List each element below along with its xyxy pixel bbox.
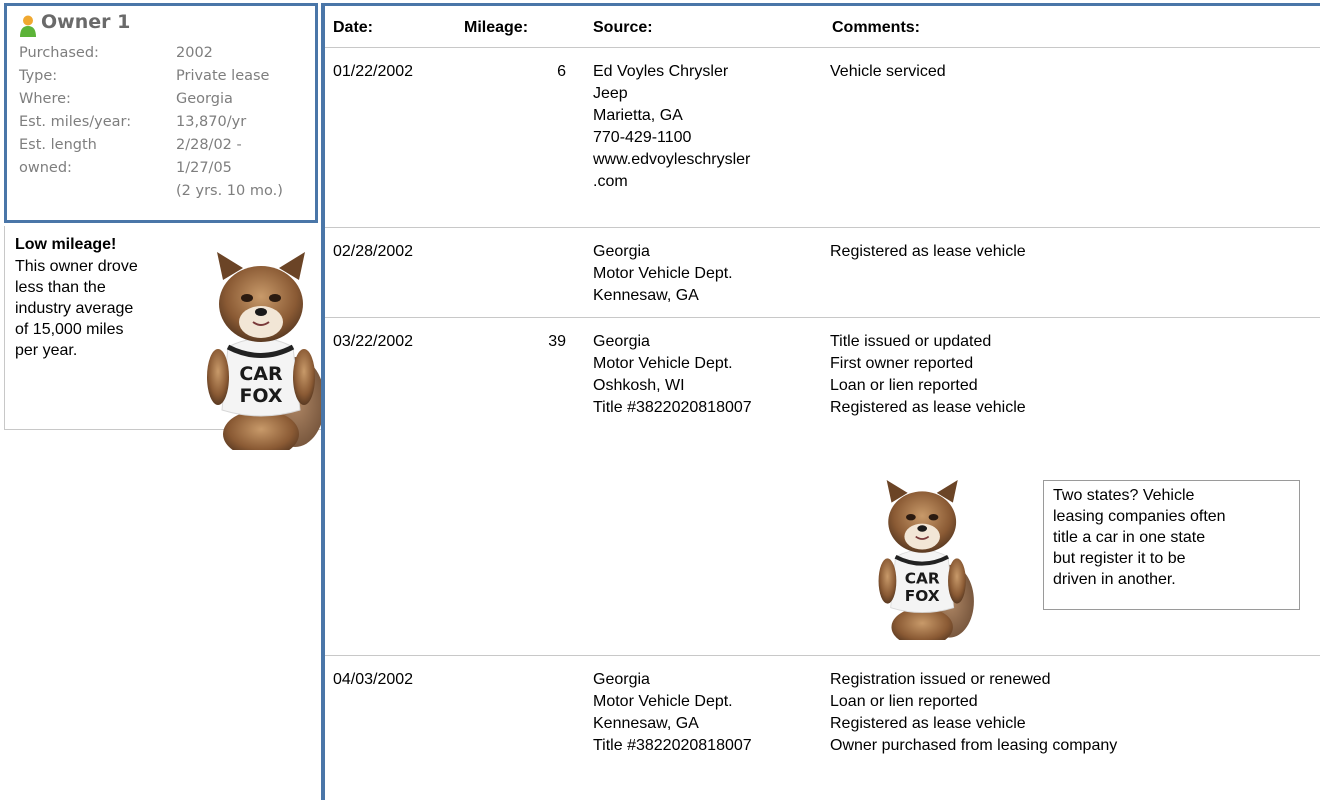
source-line: Motor Vehicle Dept. <box>593 355 733 372</box>
record-source: Georgia Motor Vehicle Dept. Kennesaw, GA… <box>593 669 752 757</box>
carfox-mascot-image <box>864 480 982 640</box>
tip-line: per year. <box>15 342 78 359</box>
source-line: Jeep <box>593 85 628 102</box>
date-header: Date: <box>333 19 374 36</box>
note-line: leasing companies often <box>1053 508 1226 525</box>
comment-line: Loan or lien reported <box>830 377 978 394</box>
note-line: driven in another. <box>1053 571 1176 588</box>
record-date: 02/28/2002 <box>333 243 414 260</box>
tip-title: Low mileage! <box>15 236 117 253</box>
source-line: Ed Voyles Chrysler <box>593 63 729 80</box>
comment-line: First owner reported <box>830 355 974 372</box>
source-line: Title #3822020818007 <box>593 737 752 754</box>
comment-line: Loan or lien reported <box>830 693 978 710</box>
comment-line: Registered as lease vehicle <box>830 715 1026 732</box>
record-comments: Registration issued or renewed Loan or l… <box>830 669 1117 757</box>
detail-label: Purchased: <box>19 45 99 61</box>
comment-line: Vehicle serviced <box>830 63 946 80</box>
detail-value: Private lease <box>176 68 270 84</box>
detail-value: 13,870/yr <box>176 114 247 130</box>
tip-line: less than the <box>15 279 106 296</box>
detail-value: (2 yrs. 10 mo.) <box>176 183 283 199</box>
record-comments: Title issued or updated First owner repo… <box>830 331 1026 419</box>
source-line: 770-429-1100 <box>593 129 692 146</box>
record-date: 01/22/2002 <box>333 63 414 80</box>
source-line: Title #3822020818007 <box>593 399 752 416</box>
table-row: 02/28/2002 Georgia Motor Vehicle Dept. K… <box>325 228 1320 318</box>
source-line: Georgia <box>593 333 650 350</box>
source-header: Source: <box>593 19 653 36</box>
detail-value: 2/28/02 - <box>176 137 242 153</box>
record-mileage: 39 <box>548 333 566 350</box>
note-line: title a car in one state <box>1053 529 1206 546</box>
tip-line: This owner drove <box>15 258 138 275</box>
detail-value: 2002 <box>176 45 213 61</box>
source-line: Kennesaw, GA <box>593 715 699 732</box>
detail-label: Type: <box>19 68 58 84</box>
source-line: Marietta, GA <box>593 107 683 124</box>
source-line: Motor Vehicle Dept. <box>593 693 733 710</box>
low-mileage-tip: Low mileage! This owner drove less than … <box>4 226 322 430</box>
detail-label: owned: <box>19 160 72 176</box>
record-mileage: 6 <box>557 63 566 80</box>
detail-label: Where: <box>19 91 71 107</box>
record-source: Ed Voyles Chrysler Jeep Marietta, GA 770… <box>593 61 750 193</box>
comment-line: Owner purchased from leasing company <box>830 737 1118 754</box>
record-comments: Registered as lease vehicle <box>830 241 1026 263</box>
detail-label: Est. miles/year: <box>19 114 132 130</box>
history-table-header: Date: Mileage: Source: Comments: <box>325 6 1320 48</box>
record-source: Georgia Motor Vehicle Dept. Kennesaw, GA <box>593 241 733 307</box>
record-source: Georgia Motor Vehicle Dept. Oshkosh, WI … <box>593 331 752 419</box>
person-icon <box>20 15 36 37</box>
owner-sidebar: Owner 1 Purchased: 2002 Type: Private le… <box>0 0 322 800</box>
table-row: 01/22/2002 6 Ed Voyles Chrysler Jeep Mar… <box>325 48 1320 228</box>
comment-line: Registered as lease vehicle <box>830 243 1026 260</box>
detail-value: 1/27/05 <box>176 160 232 176</box>
record-date: 03/22/2002 <box>333 333 414 350</box>
note-line: but register it to be <box>1053 550 1186 567</box>
comment-line: Registered as lease vehicle <box>830 399 1026 416</box>
record-comments: Vehicle serviced <box>830 61 946 83</box>
source-line: .com <box>593 173 628 190</box>
source-line: Motor Vehicle Dept. <box>593 265 733 282</box>
comment-line: Registration issued or renewed <box>830 671 1051 688</box>
source-line: Georgia <box>593 671 650 688</box>
note-line: Two states? Vehicle <box>1053 487 1195 504</box>
carfox-mascot-image <box>203 252 321 450</box>
source-line: Georgia <box>593 243 650 260</box>
owner-title: Owner 1 <box>41 11 131 33</box>
detail-value: Georgia <box>176 91 233 107</box>
detail-label: Est. length <box>19 137 97 153</box>
record-date: 04/03/2002 <box>333 671 414 688</box>
source-line: Oshkosh, WI <box>593 377 685 394</box>
owner-summary: Owner 1 Purchased: 2002 Type: Private le… <box>4 3 318 223</box>
mileage-header: Mileage: <box>464 19 529 36</box>
comments-header: Comments: <box>832 19 921 36</box>
source-line: www.edvoyleschrysler <box>593 151 751 168</box>
tip-line: of 15,000 miles <box>15 321 124 338</box>
tip-line: industry average <box>15 300 134 317</box>
comment-line: Title issued or updated <box>830 333 992 350</box>
source-line: Kennesaw, GA <box>593 287 699 304</box>
two-states-note: Two states? Vehicle leasing companies of… <box>1043 480 1300 610</box>
table-row: 04/03/2002 Georgia Motor Vehicle Dept. K… <box>325 656 1320 800</box>
